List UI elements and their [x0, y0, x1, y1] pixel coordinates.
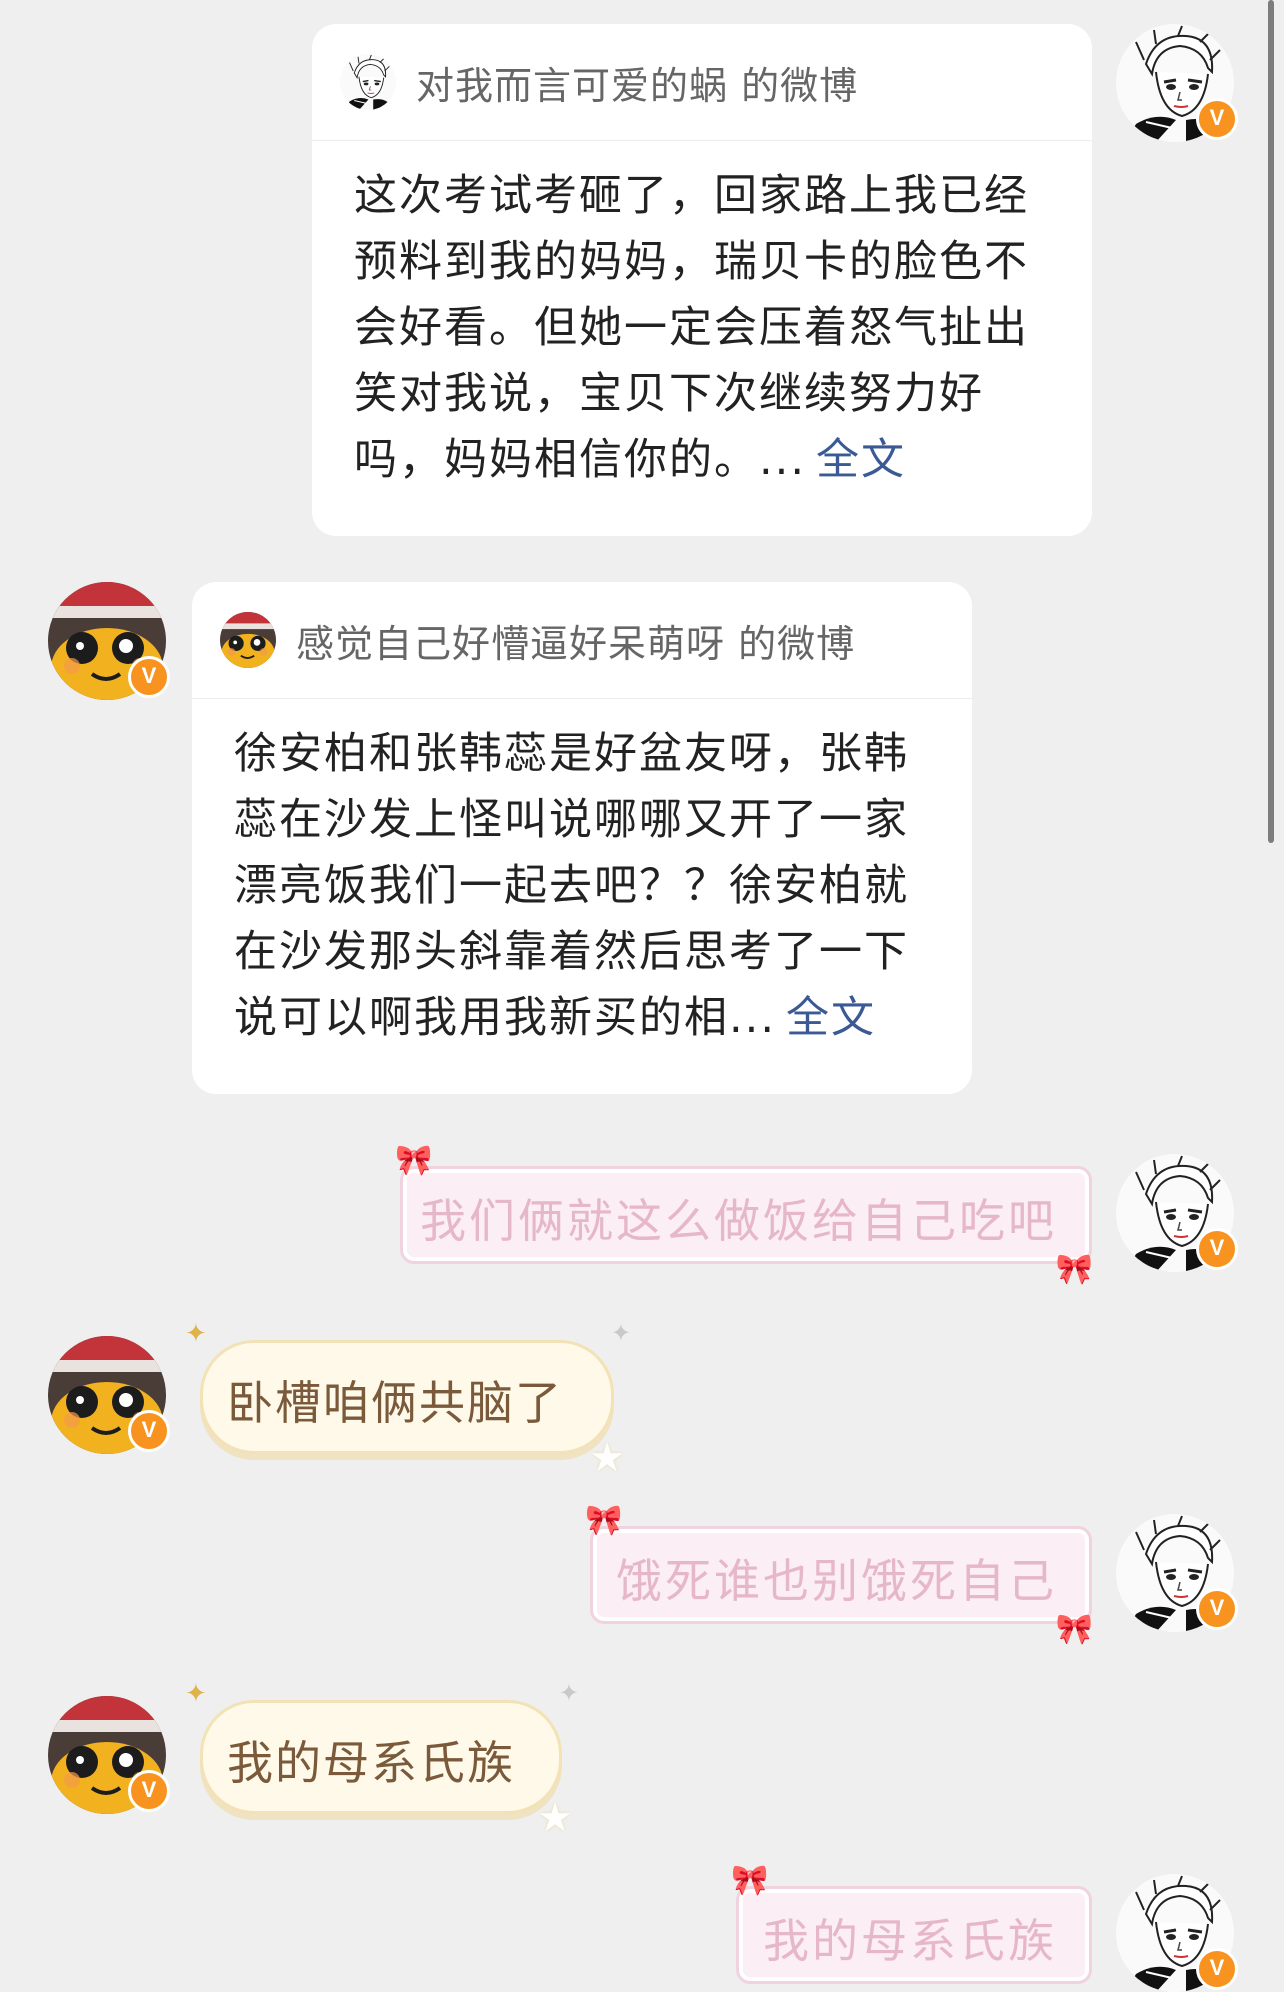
excerpt-line: 会好看。但她一定会压着怒气扯出: [354, 303, 1029, 353]
card-excerpt: 这次考试考砸了，回家路上我已经 预料到我的妈妈，瑞贝卡的脸色不 会好看。但她一定…: [312, 141, 1092, 493]
message-bubble[interactable]: 🎀 我的母系氏族: [731, 1863, 1092, 1984]
card-source-title: 对我而言可爱的蜗 的微博: [416, 63, 859, 108]
verified-badge-icon: V: [1196, 1948, 1238, 1990]
message-text: 卧槽咱俩共脑了: [227, 1376, 563, 1430]
excerpt-line: 徐安柏和张韩蕊是好盆友呀，张韩: [234, 729, 909, 779]
verified-badge-icon: V: [1196, 1588, 1238, 1630]
avatar[interactable]: V: [1116, 1154, 1238, 1272]
excerpt-line: 笑对我说，宝贝下次继续努力好: [354, 369, 984, 419]
message-text: 饿死谁也别饿死自己: [616, 1554, 1057, 1608]
message-bubble[interactable]: ✦ ✦ ★ 卧槽咱俩共脑了: [185, 1319, 631, 1481]
sparkle-icon: ✦: [185, 1679, 207, 1709]
sparkle-icon: ✦: [610, 1319, 631, 1347]
verified-badge-icon: V: [128, 1770, 170, 1812]
message-text: 我的母系氏族: [227, 1736, 515, 1790]
avatar[interactable]: V: [1116, 1874, 1238, 1992]
verified-badge-icon: V: [1196, 98, 1238, 140]
avatar[interactable]: V: [48, 582, 170, 700]
card-header: 感觉自己好懵逼好呆萌呀 的微博: [192, 582, 972, 699]
avatar[interactable]: V: [1116, 1514, 1238, 1632]
avatar: [340, 54, 396, 110]
bow-decoration-icon: 🎀: [1055, 1252, 1093, 1287]
sparkle-icon: ✦: [558, 1679, 579, 1707]
bow-decoration-icon: 🎀: [395, 1143, 433, 1178]
card-excerpt: 徐安柏和张韩蕊是好盆友呀，张韩 蕊在沙发上怪叫说哪哪又开了一家 漂亮饭我们一起去…: [192, 699, 972, 1051]
excerpt-line: 吗，妈妈相信你的。... 全文: [354, 435, 907, 485]
bow-decoration-icon: 🎀: [731, 1863, 769, 1898]
weibo-share-card[interactable]: 感觉自己好懵逼好呆萌呀 的微博 徐安柏和张韩蕊是好盆友呀，张韩 蕊在沙发上怪叫说…: [192, 582, 972, 1094]
bow-decoration-icon: 🎀: [1055, 1612, 1093, 1647]
message-bubble[interactable]: 🎀 🎀 饿死谁也别饿死自己: [585, 1503, 1093, 1647]
star-icon: ★: [537, 1795, 573, 1841]
avatar[interactable]: V: [48, 1696, 170, 1814]
excerpt-line: 这次考试考砸了，回家路上我已经: [354, 171, 1029, 221]
message-bubble[interactable]: 🎀 🎀 我们俩就这么做饭给自己吃吧: [395, 1143, 1093, 1287]
weibo-share-card[interactable]: 对我而言可爱的蜗 的微博 这次考试考砸了，回家路上我已经 预料到我的妈妈，瑞贝卡…: [312, 24, 1092, 536]
avatar[interactable]: V: [1116, 24, 1238, 142]
star-icon: ★: [589, 1435, 625, 1481]
message-bubble[interactable]: ✦ ✦ ★ 我的母系氏族: [185, 1679, 579, 1841]
scrollbar[interactable]: [1268, 0, 1274, 843]
sparkle-icon: ✦: [185, 1319, 207, 1349]
card-source-title: 感觉自己好懵逼好呆萌呀 的微博: [296, 621, 856, 666]
message-text: 我们俩就这么做饭给自己吃吧: [420, 1194, 1057, 1248]
excerpt-line: 在沙发那头斜靠着然后思考了一下: [234, 927, 909, 977]
excerpt-line: 蕊在沙发上怪叫说哪哪又开了一家: [234, 795, 909, 845]
excerpt-line: 说可以啊我用我新买的相... 全文: [234, 993, 877, 1043]
read-full-link[interactable]: 全文: [816, 435, 906, 485]
excerpt-line: 预料到我的妈妈，瑞贝卡的脸色不: [354, 237, 1029, 287]
avatar: [220, 612, 276, 668]
read-full-link[interactable]: 全文: [786, 993, 876, 1043]
avatar[interactable]: V: [48, 1336, 170, 1454]
message-text: 我的母系氏族: [763, 1914, 1057, 1968]
verified-badge-icon: V: [128, 1410, 170, 1452]
excerpt-line: 漂亮饭我们一起去吧？？徐安柏就: [234, 861, 909, 911]
verified-badge-icon: V: [1196, 1228, 1238, 1270]
card-header: 对我而言可爱的蜗 的微博: [312, 24, 1092, 141]
verified-badge-icon: V: [128, 656, 170, 698]
bow-decoration-icon: 🎀: [585, 1503, 623, 1538]
